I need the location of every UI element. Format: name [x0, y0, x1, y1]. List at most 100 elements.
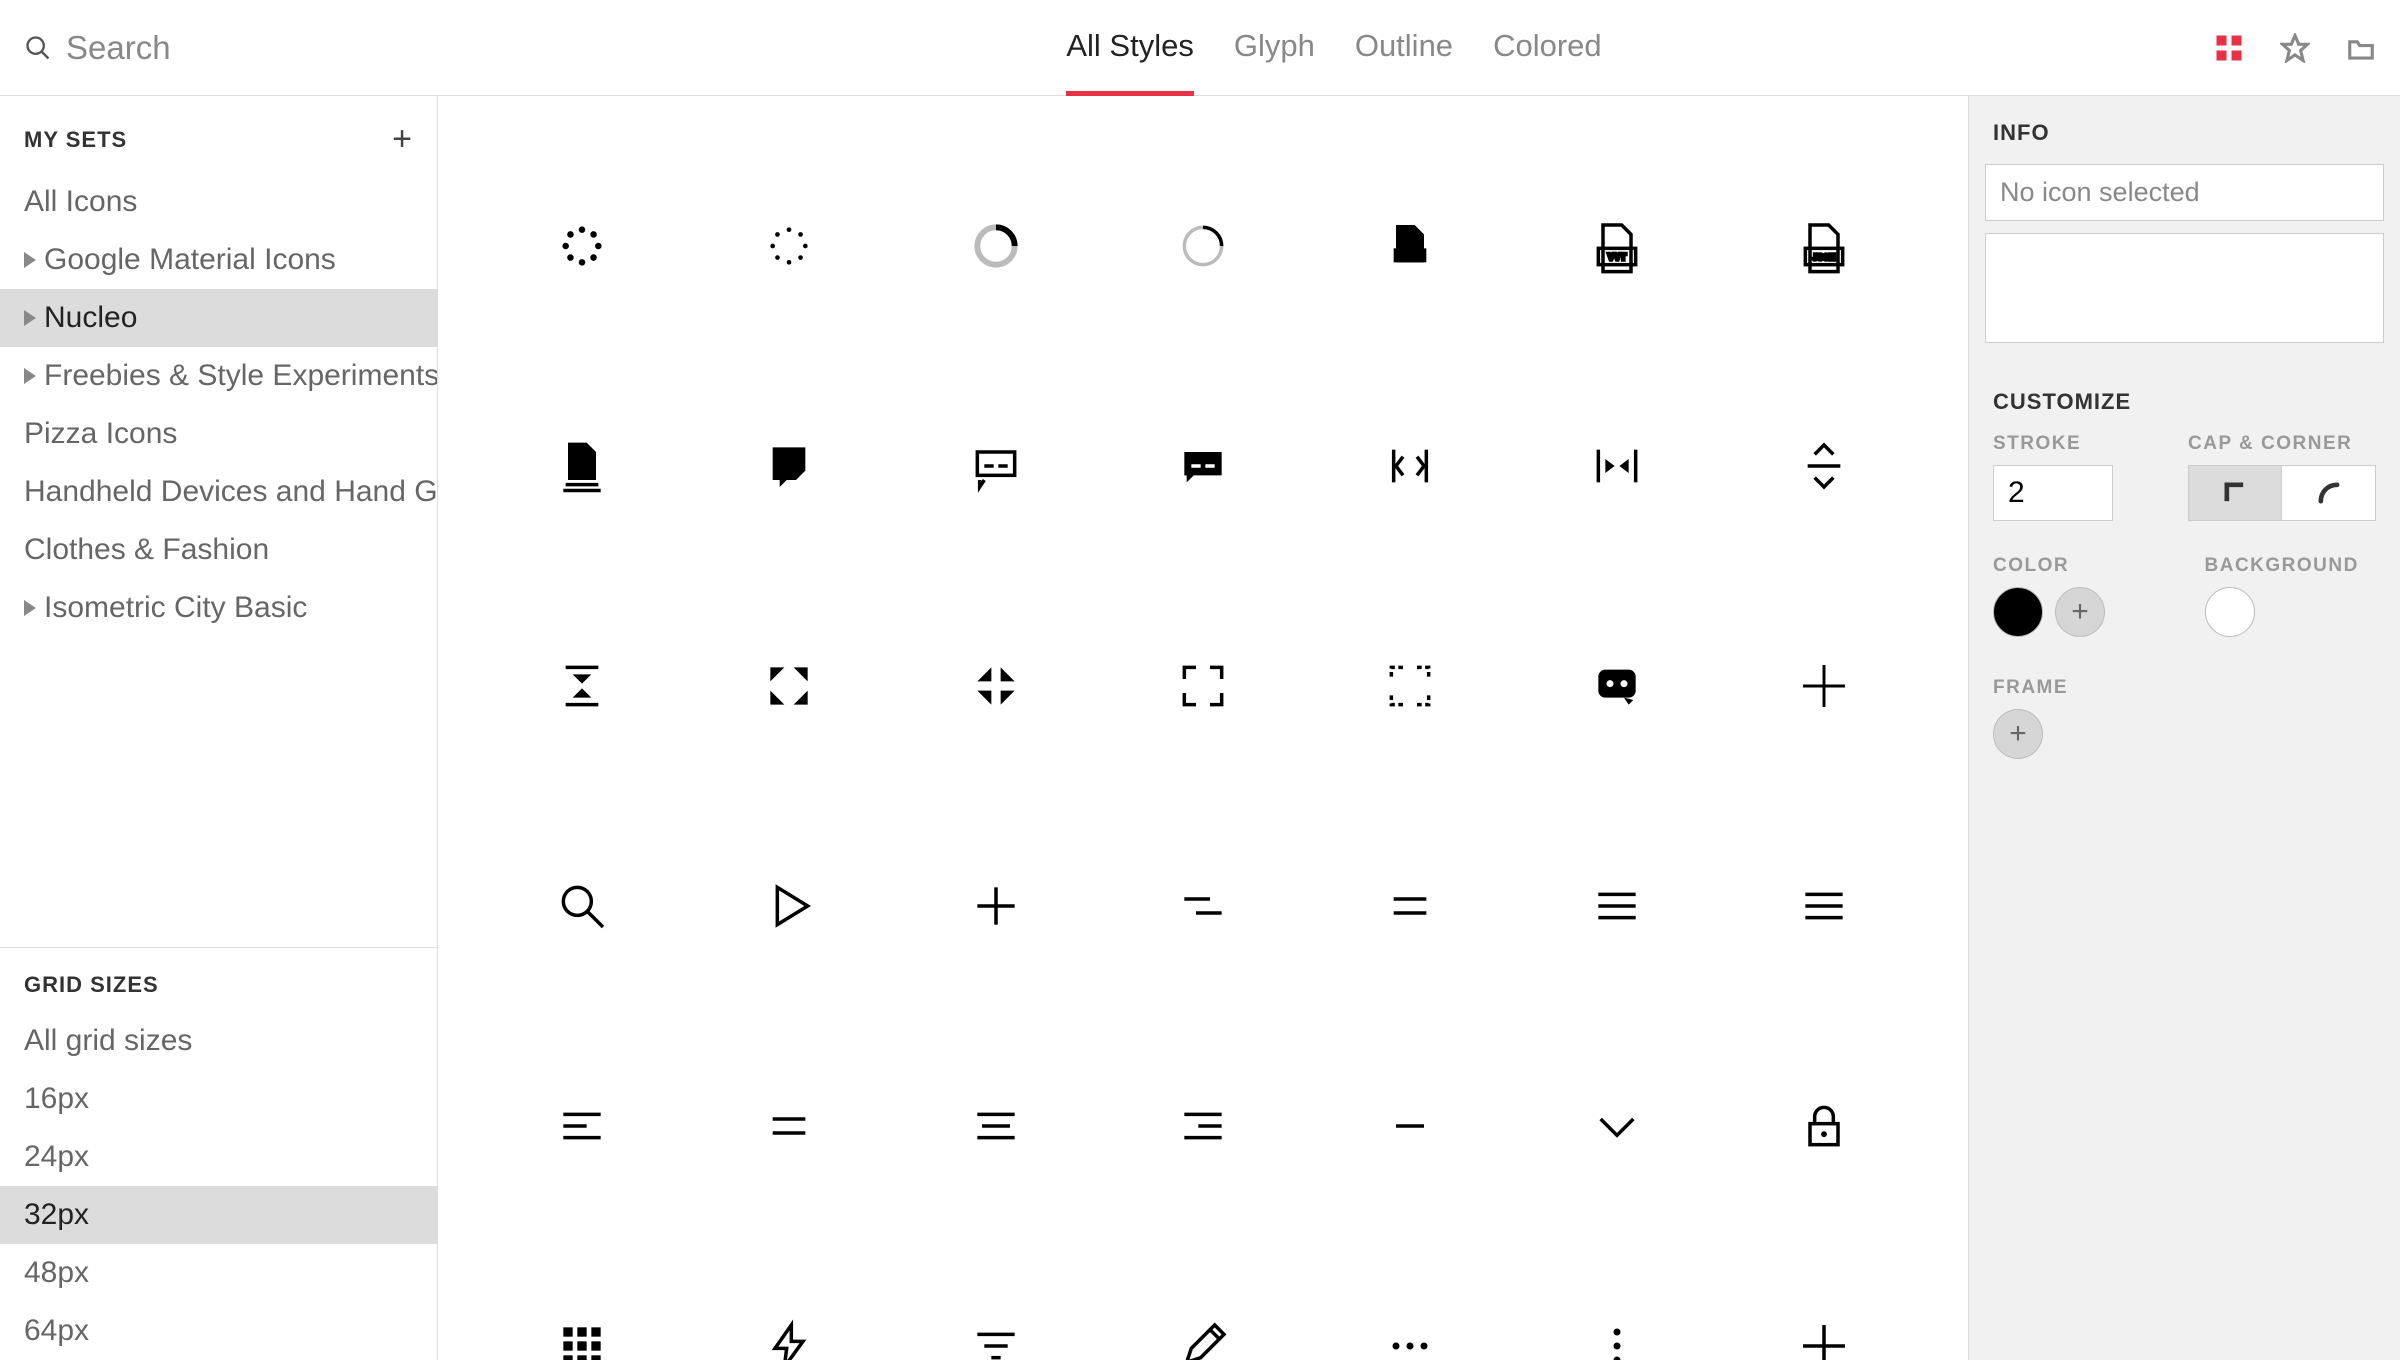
icon-cell-play[interactable]	[685, 796, 892, 1016]
disclosure-triangle-icon	[24, 600, 36, 616]
grid-sizes-label: GRID SIZES	[24, 972, 159, 998]
sidebar-item-label: Isometric City Basic	[44, 591, 307, 625]
icon-cell-ring-spinner-thin[interactable]	[1099, 136, 1306, 356]
sidebar-set-item[interactable]: All Icons	[0, 173, 437, 231]
icon-cell-search[interactable]	[478, 796, 685, 1016]
icon-cell-horiz-handles[interactable]	[1514, 356, 1721, 576]
icon-cell-filter[interactable]	[892, 1236, 1099, 1360]
grid-size-item[interactable]: 48px	[0, 1244, 437, 1302]
icon-cell-plus-medium[interactable]	[892, 796, 1099, 1016]
disclosure-triangle-icon	[24, 252, 36, 268]
grid-size-item[interactable]: 24px	[0, 1128, 437, 1186]
sidebar-set-item[interactable]: Handheld Devices and Hand G...	[0, 463, 437, 521]
icon-cell-ring-spinner-thick[interactable]	[892, 136, 1099, 356]
icon-cell-brackets-outline[interactable]	[1099, 576, 1306, 796]
icon-cell-double-line[interactable]	[1307, 796, 1514, 1016]
icon-cell-bolt[interactable]	[685, 1236, 892, 1360]
icon-cell-plus-thin[interactable]	[1721, 576, 1928, 796]
tab-all-styles[interactable]: All Styles	[1066, 1, 1193, 96]
stroke-input[interactable]	[1993, 465, 2113, 521]
icon-cell-grid-3x3[interactable]	[478, 1236, 685, 1360]
icon-cell-dots-spinner[interactable]	[685, 136, 892, 356]
icon-cell-hamburger-left[interactable]	[478, 1016, 685, 1236]
grid-size-item[interactable]: 32px	[0, 1186, 437, 1244]
icon-cell-dots-vert[interactable]	[1514, 1236, 1721, 1360]
header-actions	[2214, 33, 2376, 63]
icon-grid-area: VVT VVT JSON JSON	[438, 96, 1968, 1360]
folder-icon[interactable]	[2346, 33, 2376, 63]
svg-text:VVT: VVT	[1608, 252, 1626, 262]
star-icon[interactable]	[2280, 33, 2310, 63]
grid-view-icon[interactable]	[2214, 33, 2244, 63]
color-swatch-black[interactable]	[1993, 587, 2043, 637]
cap-round-button[interactable]	[2282, 465, 2376, 521]
cap-corner-label: CAP & CORNER	[2188, 433, 2376, 455]
icon-cell-dots-horiz[interactable]	[1307, 1236, 1514, 1360]
sidebar-set-item[interactable]: Clothes & Fashion	[0, 521, 437, 579]
icon-cell-discord[interactable]	[1514, 576, 1721, 796]
sidebar-item-label: Handheld Devices and Hand G...	[24, 475, 437, 509]
icon-cell-pencil[interactable]	[1099, 1236, 1306, 1360]
icon-tags-field[interactable]	[1985, 233, 2384, 343]
icon-cell-double-line-center[interactable]	[685, 1016, 892, 1236]
icon-cell-double-line-offset[interactable]	[1099, 796, 1306, 1016]
icon-cell-expand-corners-out[interactable]	[685, 576, 892, 796]
icon-cell-subtitle-outline[interactable]	[892, 356, 1099, 576]
icon-cell-twitch[interactable]	[685, 356, 892, 576]
svg-text:VVT: VVT	[1401, 251, 1419, 261]
icon-cell-expand-vert[interactable]	[1721, 356, 1928, 576]
set-list: All IconsGoogle Material IconsNucleo Free…	[0, 173, 437, 637]
icon-name-field[interactable]: No icon selected	[1985, 164, 2384, 221]
frame-add-button[interactable]: +	[1993, 709, 2043, 759]
icon-cell-file-vvt-fill[interactable]: VVT	[1307, 136, 1514, 356]
icon-cell-lock[interactable]	[1721, 1016, 1928, 1236]
icon-cell-dots-spinner-bold[interactable]	[478, 136, 685, 356]
icon-cell-file-json[interactable]: JSON	[1721, 136, 1928, 356]
icon-cell-expand-corners-in[interactable]	[892, 576, 1099, 796]
background-label: BACKGROUND	[2205, 555, 2377, 577]
icon-cell-hamburger-3[interactable]	[1514, 796, 1721, 1016]
sidebar-set-item[interactable]: Freebies & Style Experiments	[0, 347, 437, 405]
icon-cell-collapse-vert[interactable]	[478, 576, 685, 796]
icon-cell-hamburger-right[interactable]	[1099, 1016, 1306, 1236]
svg-text:JSON: JSON	[570, 464, 592, 473]
tab-outline[interactable]: Outline	[1355, 1, 1453, 96]
info-label: INFO	[1985, 120, 2384, 164]
inspector-panel: INFO No icon selected CUSTOMIZE STROKE C…	[1968, 96, 2400, 1360]
tab-colored[interactable]: Colored	[1493, 1, 1602, 96]
icon-cell-code-brackets[interactable]	[1307, 356, 1514, 576]
sidebar-set-item[interactable]: Nucleo	[0, 289, 437, 347]
app-header: All Styles Glyph Outline Colored	[0, 0, 2400, 96]
sidebar-set-item[interactable]: Pizza Icons	[0, 405, 437, 463]
frame-label: FRAME	[1993, 677, 2376, 699]
icon-cell-hamburger-3b[interactable]	[1721, 796, 1928, 1016]
tab-glyph[interactable]: Glyph	[1234, 1, 1315, 96]
disclosure-triangle-icon	[24, 368, 36, 384]
sidebar-item-label: Clothes & Fashion	[24, 533, 269, 567]
cap-miter-button[interactable]	[2188, 465, 2282, 521]
sidebar-set-item[interactable]: Isometric City Basic	[0, 579, 437, 637]
sidebar-set-item[interactable]: Google Material Icons	[0, 231, 437, 289]
grid-size-item[interactable]: All grid sizes	[0, 1012, 437, 1070]
icon-cell-hamburger-center[interactable]	[892, 1016, 1099, 1236]
icon-cell-line-short[interactable]	[1307, 1016, 1514, 1236]
my-sets-label: MY SETS	[24, 127, 127, 153]
icon-cell-subtitle-fill[interactable]	[1099, 356, 1306, 576]
sidebar: MY SETS + All IconsGoogle Material Icons…	[0, 96, 438, 1360]
my-sets-header: MY SETS +	[0, 96, 437, 173]
cap-corner-buttons	[2188, 465, 2376, 521]
add-set-button[interactable]: +	[392, 120, 413, 159]
grid-sizes-header: GRID SIZES	[0, 947, 437, 1012]
sidebar-item-label: Freebies & Style Experiments	[44, 359, 437, 393]
grid-size-item[interactable]: 64px	[0, 1302, 437, 1360]
icon-cell-brackets-dashed[interactable]	[1307, 576, 1514, 796]
icon-cell-chevron-down[interactable]	[1514, 1016, 1721, 1236]
icon-cell-file-vvt-outline[interactable]: VVT	[1514, 136, 1721, 356]
icon-cell-file-json-stack[interactable]: JSON	[478, 356, 685, 576]
color-add-button[interactable]: +	[2055, 587, 2105, 637]
icon-cell-plus-large[interactable]	[1721, 1236, 1928, 1360]
search-wrap	[24, 29, 454, 67]
grid-size-item[interactable]: 16px	[0, 1070, 437, 1128]
bg-swatch-white[interactable]	[2205, 587, 2255, 637]
search-input[interactable]	[66, 29, 416, 67]
